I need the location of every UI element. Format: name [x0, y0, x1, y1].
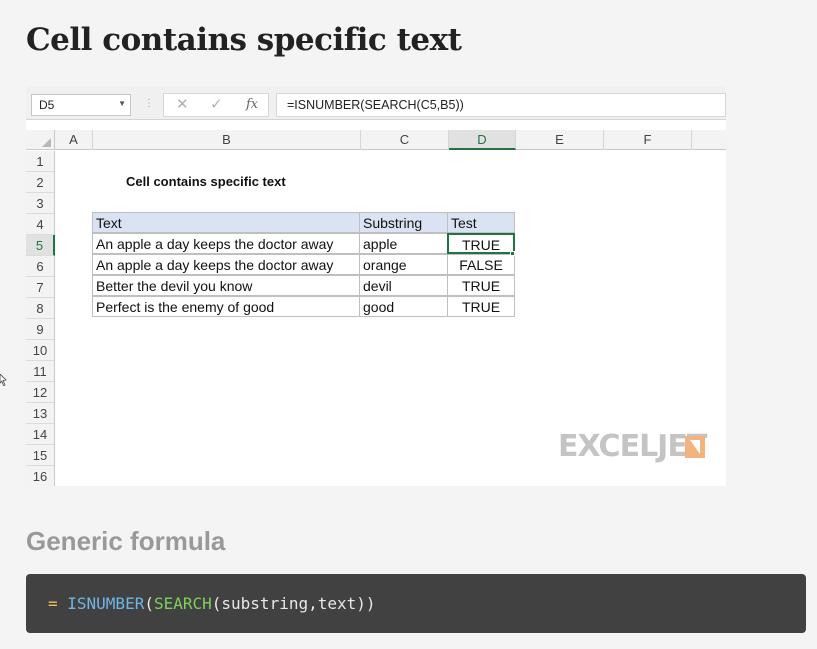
row-header[interactable]: 9: [26, 319, 54, 340]
table-cell[interactable]: Better the devil you know: [92, 275, 360, 296]
code-equals: =: [48, 594, 68, 613]
table-cell[interactable]: An apple a day keeps the doctor away: [92, 233, 360, 254]
row-header[interactable]: 2: [26, 172, 54, 193]
table-cell[interactable]: Perfect is the enemy of good: [92, 296, 360, 317]
generic-formula-code: = ISNUMBER(SEARCH(substring,text)): [48, 594, 376, 613]
column-header-a[interactable]: A: [55, 130, 93, 150]
generic-formula-heading: Generic formula: [26, 526, 226, 556]
name-box[interactable]: D5 ▼: [31, 94, 131, 116]
row-header[interactable]: 6: [26, 256, 54, 277]
code-function-isnumber: ISNUMBER: [67, 594, 145, 613]
row-header[interactable]: 13: [26, 403, 54, 424]
row-header[interactable]: 8: [26, 298, 54, 319]
column-header-f[interactable]: F: [604, 130, 692, 150]
function-icon[interactable]: fx: [246, 97, 258, 112]
table-header-test[interactable]: Test: [447, 212, 515, 233]
formula-bar: D5 ▼ ⋮ ✕ ✓ fx =ISNUMBER(SEARCH(C5,B5)): [26, 86, 726, 120]
row-header[interactable]: 11: [26, 361, 54, 382]
table-cell[interactable]: An apple a day keeps the doctor away: [92, 254, 360, 275]
formula-buttons: ✕ ✓ fx: [163, 93, 269, 117]
row-header[interactable]: 16: [26, 466, 54, 486]
code-block: = ISNUMBER(SEARCH(substring,text)): [26, 574, 806, 633]
row-header[interactable]: 15: [26, 445, 54, 466]
mouse-cursor-icon: [0, 374, 7, 386]
row-header[interactable]: 3: [26, 193, 54, 214]
table-header-text[interactable]: Text: [92, 212, 360, 233]
excel-screenshot: D5 ▼ ⋮ ✕ ✓ fx =ISNUMBER(SEARCH(C5,B5)) A…: [26, 86, 726, 486]
row-header[interactable]: 10: [26, 340, 54, 361]
row-header-active[interactable]: 5: [26, 235, 55, 256]
table-cell[interactable]: TRUE: [447, 275, 515, 296]
formula-input[interactable]: =ISNUMBER(SEARCH(C5,B5)): [276, 93, 726, 117]
name-box-value: D5: [39, 98, 55, 112]
row-header[interactable]: 7: [26, 277, 54, 298]
cancel-icon[interactable]: ✕: [176, 95, 189, 113]
active-cell[interactable]: TRUE: [447, 233, 515, 254]
row-headers: 1 2 3 4 5 6 7 8 9 10 11 12 13 14 15 16: [26, 151, 55, 486]
column-header-d[interactable]: D: [449, 130, 516, 150]
code-function-search: SEARCH: [153, 594, 212, 613]
code-args: (substring,text)): [211, 594, 376, 613]
column-headers: A B C D E F: [26, 130, 726, 150]
table-cell[interactable]: apple: [359, 233, 448, 254]
table-cell[interactable]: devil: [359, 275, 448, 296]
table-cell[interactable]: FALSE: [447, 254, 515, 275]
table-cell[interactable]: good: [359, 296, 448, 317]
row-header[interactable]: 4: [26, 214, 54, 235]
row-header[interactable]: 1: [26, 151, 54, 172]
table-cell[interactable]: TRUE: [447, 296, 515, 317]
row-header[interactable]: 14: [26, 424, 54, 445]
page-title: Cell contains specific text: [26, 22, 462, 58]
select-all-corner[interactable]: [26, 130, 55, 150]
code-paren: (: [144, 594, 154, 613]
row-header[interactable]: 12: [26, 382, 54, 403]
table-header-substring[interactable]: Substring: [359, 212, 448, 233]
drag-handle-icon[interactable]: ⋮: [144, 98, 154, 109]
column-header-c[interactable]: C: [361, 130, 449, 150]
sheet-title-cell[interactable]: Cell contains specific text: [126, 174, 286, 189]
check-icon[interactable]: ✓: [210, 95, 223, 113]
exceljet-logo-mark-icon: [685, 436, 705, 458]
column-header-b[interactable]: B: [93, 130, 361, 150]
fill-handle[interactable]: [510, 251, 515, 256]
column-header-e[interactable]: E: [516, 130, 604, 150]
chevron-down-icon[interactable]: ▼: [118, 99, 126, 108]
table-cell[interactable]: orange: [359, 254, 448, 275]
